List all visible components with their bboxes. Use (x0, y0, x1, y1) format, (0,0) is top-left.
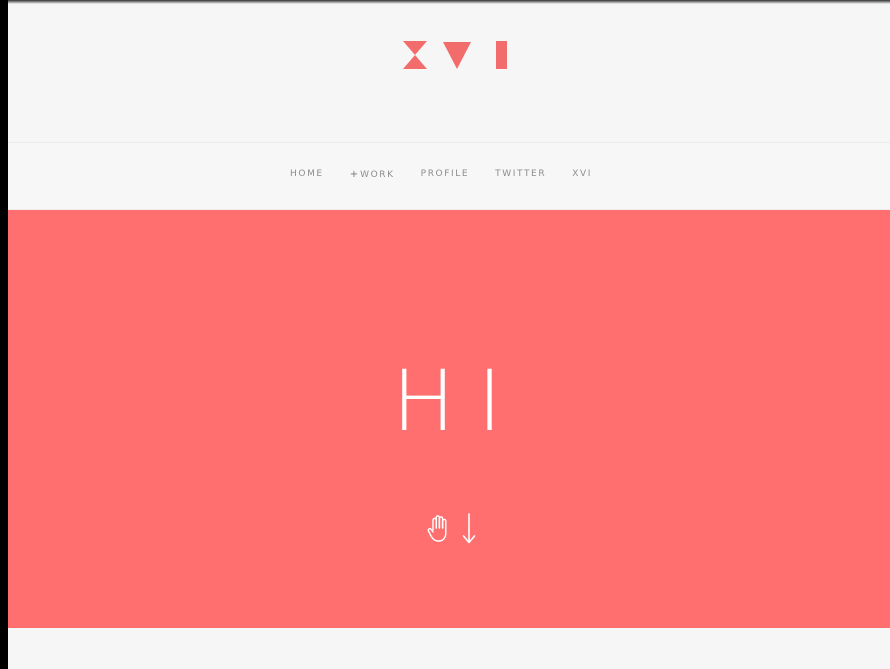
site-header (8, 0, 890, 143)
nav-item-xvi[interactable]: XVI (572, 169, 592, 180)
window-top-shadow (8, 0, 890, 4)
main-nav: HOME + WORK PROFILE TWITTER XVI (8, 143, 890, 210)
logo-i (496, 41, 507, 69)
content-start-strip (8, 628, 890, 669)
hero-section: HI (8, 210, 890, 628)
plus-icon: + (349, 169, 359, 180)
logo-v (443, 42, 471, 69)
site-logo[interactable] (403, 41, 513, 71)
nav-list: HOME + WORK PROFILE TWITTER XVI (8, 169, 882, 180)
logo-x-bottom (403, 55, 427, 69)
hero-icons (427, 512, 497, 552)
page-frame: HOME + WORK PROFILE TWITTER XVI HI (8, 0, 890, 669)
arrow-down-icon[interactable] (461, 512, 477, 546)
nav-item-twitter[interactable]: TWITTER (495, 169, 546, 180)
xvi-logo-mark (403, 41, 507, 69)
nav-item-home[interactable]: HOME (290, 169, 324, 180)
nav-item-work[interactable]: + WORK (350, 169, 395, 180)
logo-x-top (403, 41, 427, 55)
nav-item-profile[interactable]: PROFILE (421, 169, 470, 180)
nav-item-work-label: WORK (360, 170, 395, 180)
hero-title: HI (392, 352, 524, 450)
hand-icon (427, 515, 447, 542)
